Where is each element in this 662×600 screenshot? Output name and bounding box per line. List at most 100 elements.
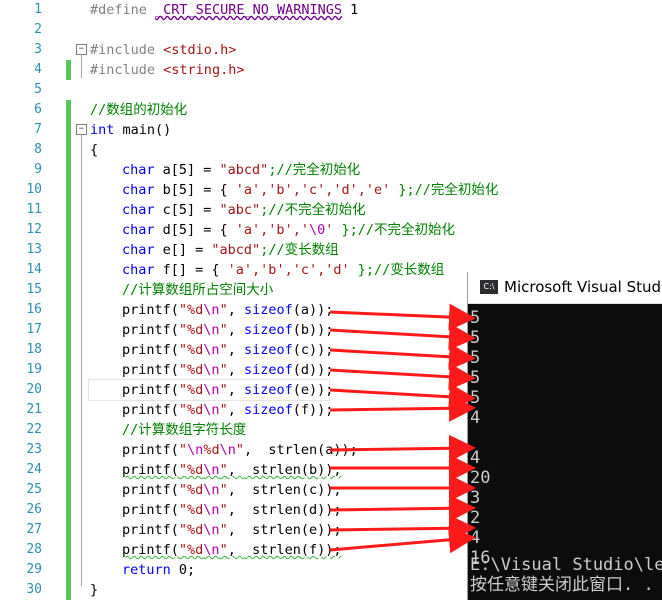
function-name: strlen: [243, 502, 301, 518]
format-string: ": [219, 402, 228, 418]
line-number: 17: [26, 322, 42, 337]
format-string: "%d: [178, 402, 204, 418]
code-line-29[interactable]: return 0;: [122, 560, 195, 580]
code-line-28[interactable]: printf("%d\n", strlen(f));: [122, 540, 342, 560]
escape-sequence: \n: [203, 342, 220, 358]
console-path: E:\Visual Studio\lea: [470, 555, 662, 575]
char-literals: 'a','b','c','d': [227, 262, 350, 278]
argument: (e));: [292, 382, 334, 398]
comment: ;//完全初始化: [268, 162, 361, 178]
code-line-8[interactable]: {: [90, 140, 98, 160]
separator: ,: [227, 402, 244, 418]
format-string: ": [219, 502, 228, 518]
code-line-3[interactable]: #include <stdio.h>: [90, 40, 236, 60]
argument: (a));: [292, 302, 334, 318]
console-window[interactable]: C:\ Microsoft Visual Studio 5 5 5 5 5 4 4 20 3 2 4…: [467, 272, 662, 600]
change-indicator: [66, 60, 71, 80]
code-line-20[interactable]: printf("%d\n", sizeof(e));: [122, 380, 333, 400]
line-number: 15: [26, 282, 42, 297]
console-output-line: 5: [470, 308, 481, 328]
code-line-14[interactable]: char f[] = { 'a','b','c','d' };//变长数组: [122, 260, 444, 280]
argument: (b));: [292, 322, 334, 338]
code-line-11[interactable]: char c[5] = "abc";//不完全初始化: [122, 200, 366, 220]
keyword: int: [90, 122, 115, 138]
code-line-21[interactable]: printf("%d\n", sizeof(f));: [122, 400, 333, 420]
comment: };//不完全初始化: [333, 222, 455, 238]
format-string: "%d: [178, 462, 204, 478]
escape-sequence: \n: [203, 382, 220, 398]
function-call: printf(: [122, 502, 179, 518]
function-call: printf(: [122, 302, 179, 318]
separator: ,: [243, 442, 261, 458]
format-string: ": [235, 442, 244, 458]
console-output-line: 4: [470, 448, 481, 468]
code-line-19[interactable]: printf("%d\n", sizeof(d));: [122, 360, 333, 380]
argument: (b));: [300, 462, 342, 478]
format-string: ": [219, 542, 228, 558]
code-line-10[interactable]: char b[5] = { 'a','b','c','d','e' };//完全…: [122, 180, 498, 200]
line-number: 8: [34, 142, 42, 157]
code-line-24[interactable]: printf("%d\n", strlen(b));: [122, 460, 342, 480]
console-output-line: 5: [470, 328, 481, 348]
function-name: strlen: [243, 462, 301, 478]
code-line-12[interactable]: char d[5] = { 'a','b','\0' };//不完全初始化: [122, 220, 455, 240]
argument: (f));: [300, 542, 342, 558]
console-output-line: 20: [470, 468, 491, 488]
code-line-4[interactable]: #include <string.h>: [90, 60, 244, 80]
console-output-line: 5: [470, 368, 481, 388]
code-line-25[interactable]: printf("%d\n", strlen(c));: [122, 480, 342, 500]
code-line-17[interactable]: printf("%d\n", sizeof(b));: [122, 320, 333, 340]
keyword: sizeof: [243, 322, 293, 338]
format-string: ": [219, 342, 228, 358]
function-call: printf(: [122, 522, 179, 538]
line-number: 24: [26, 462, 42, 477]
code-line-23[interactable]: printf("\n%d\n", strlen(a));: [122, 440, 358, 460]
escape-sequence: \n: [203, 362, 220, 378]
separator: ,: [227, 522, 244, 538]
fold-guide: [81, 54, 82, 78]
format-string: ": [219, 482, 228, 498]
keyword: char: [122, 222, 155, 238]
console-output-line: 4: [470, 528, 481, 548]
function-name: strlen: [260, 442, 318, 458]
line-number: 27: [26, 522, 42, 537]
line-number: 16: [26, 302, 42, 317]
directive: #define: [90, 2, 147, 18]
format-string: ": [219, 382, 228, 398]
code-line-1[interactable]: #define _CRT_SECURE_NO_WARNINGS 1: [90, 0, 358, 20]
console-app-icon: C:\: [480, 280, 498, 294]
line-number: 3: [34, 42, 42, 57]
format-string: "%d: [178, 542, 204, 558]
console-titlebar[interactable]: C:\ Microsoft Visual Studio: [468, 272, 662, 304]
format-string: "%d: [178, 322, 204, 338]
format-string: "%d: [178, 482, 204, 498]
code-line-16[interactable]: printf("%d\n", sizeof(a));: [122, 300, 333, 320]
format-string: ": [219, 322, 228, 338]
code-line-22[interactable]: //计算数组字符长度: [122, 420, 246, 440]
format-string: "%d: [178, 302, 204, 318]
string-literal: "abcd": [219, 162, 269, 178]
code-line-9[interactable]: char a[5] = "abcd";//完全初始化: [122, 160, 360, 180]
line-number: 12: [26, 222, 42, 237]
console-output-line: 3: [470, 488, 481, 508]
code-line-27[interactable]: printf("%d\n", strlen(e));: [122, 520, 342, 540]
code-line-15[interactable]: //计算数组所占空间大小: [122, 280, 273, 300]
brace: }: [90, 582, 99, 598]
code-line-30[interactable]: }: [90, 580, 98, 600]
code-line-6[interactable]: //数组的初始化: [90, 100, 187, 120]
directive: #include: [90, 62, 156, 78]
line-number: 18: [26, 342, 42, 357]
code-line-26[interactable]: printf("%d\n", strlen(d));: [122, 500, 342, 520]
comment: ;//不完全初始化: [260, 202, 366, 218]
function-call: printf(: [122, 442, 179, 458]
line-number: 14: [26, 262, 42, 277]
escape-sequence: \n: [203, 522, 220, 538]
console-title: Microsoft Visual Studio: [504, 278, 662, 296]
keyword: char: [122, 182, 155, 198]
code-line-18[interactable]: printf("%d\n", sizeof(c));: [122, 340, 333, 360]
line-number: 25: [26, 482, 42, 497]
argument: (a));: [317, 442, 358, 458]
code-line-7[interactable]: int main(): [90, 120, 171, 140]
code-line-13[interactable]: char e[] = "abcd";//变长数组: [122, 240, 339, 260]
argument: (f));: [292, 402, 334, 418]
